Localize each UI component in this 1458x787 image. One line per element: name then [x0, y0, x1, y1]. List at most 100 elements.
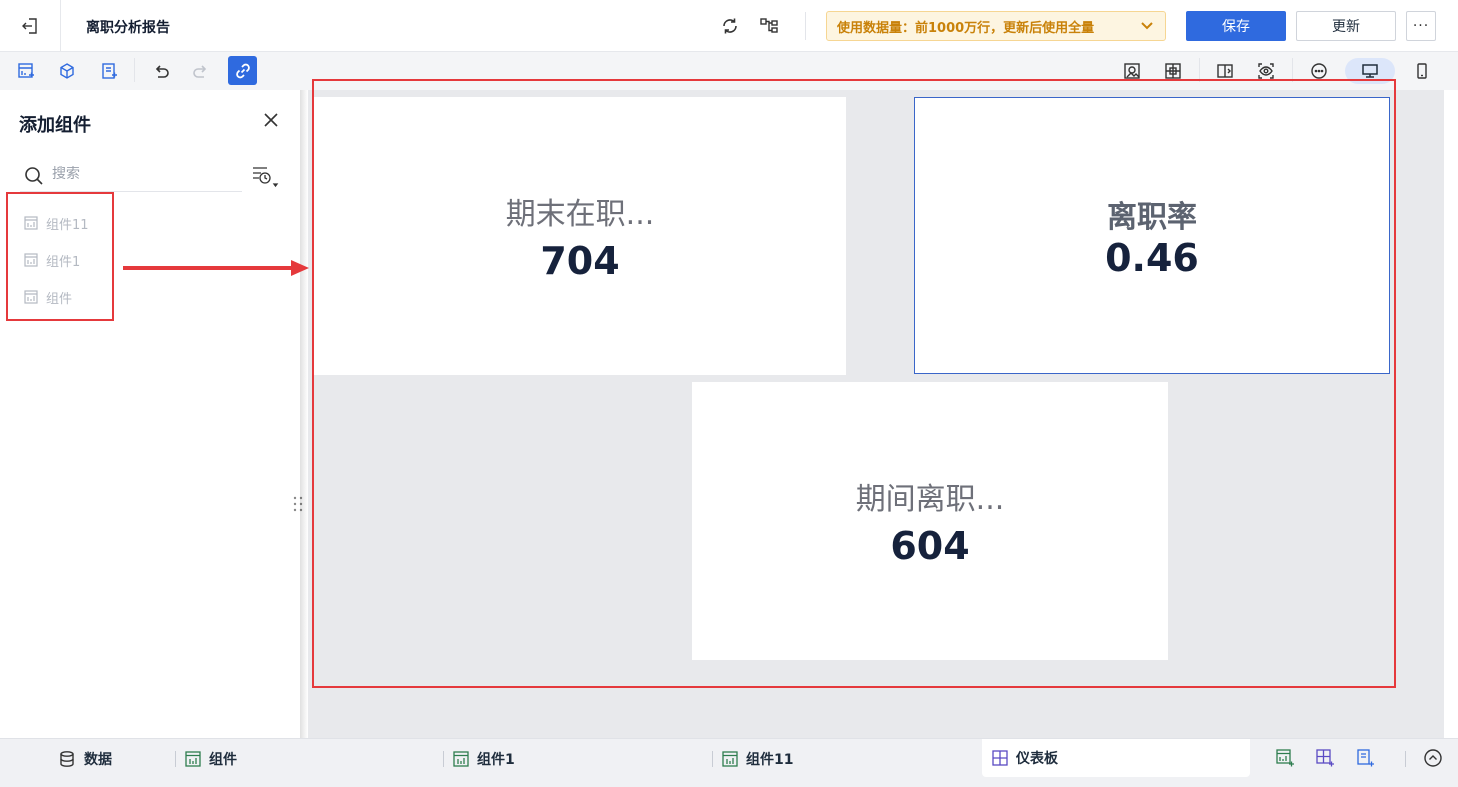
theme-button[interactable] [1119, 58, 1145, 84]
kpi-value: 704 [540, 239, 620, 283]
update-button[interactable]: 更新 [1296, 11, 1396, 41]
list-item[interactable]: 组件1 [24, 250, 80, 270]
add-dashboard-icon [1316, 749, 1334, 767]
search-input[interactable] [52, 166, 232, 182]
divider [175, 751, 176, 767]
kpi-value: 604 [890, 524, 970, 568]
report-title: 离职分析报告 [86, 20, 170, 36]
tab-label: 组件 [209, 752, 237, 768]
undo-button[interactable] [148, 58, 174, 84]
refresh-icon [723, 18, 737, 34]
collapse-tabs-button[interactable] [1423, 748, 1443, 772]
more-button[interactable]: ··· [1406, 11, 1436, 41]
exit-button[interactable] [0, 0, 61, 52]
divider [1199, 58, 1200, 82]
add-report-button[interactable] [96, 58, 122, 84]
kpi-title: 期末在职... [505, 197, 655, 232]
link-icon [235, 63, 250, 78]
edit-toolbar [0, 52, 1458, 90]
panel-title: 添加组件 [19, 115, 91, 136]
report-add-icon [1357, 749, 1374, 767]
component-label: 组件1 [46, 254, 81, 270]
redo-icon [193, 65, 207, 78]
table-chart-icon [185, 751, 201, 767]
undo-icon [155, 65, 169, 78]
divider [134, 58, 135, 82]
mobile-icon [1417, 63, 1427, 79]
tab-component[interactable]: 组件 [185, 739, 237, 779]
options-button[interactable] [1306, 58, 1332, 84]
table-chart-icon [722, 751, 738, 767]
redo-button[interactable] [188, 58, 214, 84]
list-item[interactable]: 组件11 [24, 213, 89, 233]
ellipsis-circle-icon [1311, 63, 1327, 79]
list-item[interactable]: 组件 [24, 287, 72, 307]
kpi-card[interactable]: 期末在职... 704 [314, 97, 846, 375]
preview-eye-icon [1258, 63, 1274, 79]
desktop-view-button[interactable] [1345, 58, 1395, 84]
refresh-button[interactable] [718, 14, 742, 38]
save-button[interactable]: 保存 [1186, 11, 1286, 41]
tab-label: 数据 [84, 752, 112, 768]
dashboard-canvas: 期末在职... 704 离职率 0.46 期间离职... 604 [308, 90, 1444, 738]
divider [1405, 751, 1406, 767]
search-box [20, 162, 242, 192]
split-view-icon [1217, 64, 1233, 78]
divider [1292, 58, 1293, 82]
preview-button[interactable] [1253, 58, 1279, 84]
desktop-icon [1362, 64, 1378, 78]
tab-label: 组件1 [477, 752, 515, 768]
split-view-button[interactable] [1212, 58, 1238, 84]
layout-button[interactable] [1160, 58, 1186, 84]
table-chart-icon [24, 253, 38, 267]
data-volume-text: 使用数据量：前1000万行，更新后使用全量 [837, 20, 1095, 36]
component-list: 组件11 组件1 组件 [6, 192, 114, 321]
layout-icon [1165, 63, 1181, 79]
table-chart-icon [24, 216, 38, 230]
add-component-button[interactable] [54, 58, 80, 84]
tab-component1[interactable]: 组件1 [453, 739, 515, 779]
tab-component11[interactable]: 组件11 [722, 739, 793, 779]
divider [443, 751, 444, 767]
component-label: 组件 [46, 291, 73, 307]
add-chart-icon [1276, 749, 1294, 767]
mobile-view-button[interactable] [1409, 58, 1435, 84]
tab-data[interactable]: 数据 [58, 739, 112, 779]
component-label: 组件11 [46, 217, 89, 233]
database-icon [60, 751, 74, 767]
add-dashboard-tab-button[interactable] [1315, 748, 1335, 772]
add-report-tab-button[interactable] [1355, 748, 1375, 772]
report-add-icon [102, 63, 117, 79]
add-component-tab-button[interactable] [1275, 748, 1295, 772]
dashboard-icon [992, 750, 1008, 766]
link-button[interactable] [228, 56, 257, 85]
flow-button[interactable] [757, 14, 781, 38]
sort-history-icon [253, 167, 279, 188]
top-bar: 离职分析报告 使用数据量：前1000万行，更新后使用全量 保存 更新 ··· [0, 0, 1458, 52]
exit-icon [22, 18, 37, 34]
chevron-down-icon [1141, 22, 1153, 30]
kpi-title: 离职率 [1107, 199, 1197, 235]
panel-shadow [300, 90, 308, 738]
tab-label: 仪表板 [1016, 751, 1058, 767]
kpi-title: 期间离职... [855, 482, 1005, 517]
arrow-right-icon [123, 260, 309, 276]
search-icon [25, 167, 43, 185]
tab-label: 组件11 [746, 752, 794, 768]
table-chart-icon [453, 751, 469, 767]
close-icon [264, 113, 278, 127]
add-chart-icon [18, 63, 34, 78]
theme-icon [1124, 63, 1140, 79]
data-volume-notice[interactable]: 使用数据量：前1000万行，更新后使用全量 [826, 11, 1166, 41]
bottom-tab-bar: 数据 组件 组件1 组件11 仪表板 [0, 738, 1458, 787]
kpi-card-selected[interactable]: 离职率 0.46 [914, 97, 1390, 374]
close-panel-button[interactable] [262, 111, 280, 133]
sort-filter-button[interactable] [250, 164, 282, 196]
kpi-card[interactable]: 期间离职... 604 [692, 382, 1168, 660]
cube-icon [60, 63, 74, 79]
flow-icon [760, 18, 778, 33]
chevron-up-circle-icon [1424, 749, 1442, 767]
tab-dashboard[interactable]: 仪表板 [982, 739, 1250, 777]
add-chart-button[interactable] [13, 58, 39, 84]
divider [805, 12, 806, 40]
